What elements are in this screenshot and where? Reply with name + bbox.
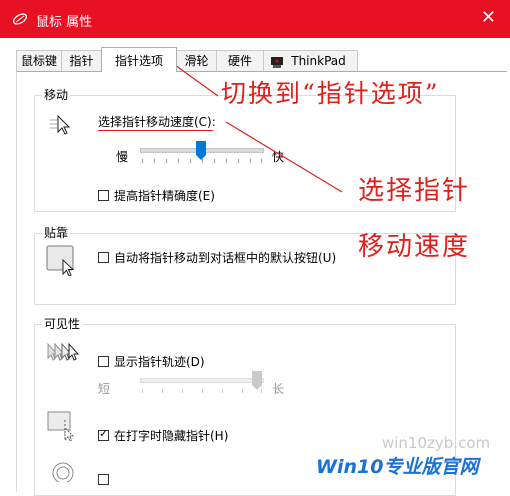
watermark-brand-rest: 专业版官网 [383,456,479,478]
watermark-brand-win10: Win10 [316,456,384,478]
tab-pointer-options[interactable]: 指针选项 [101,47,177,72]
watermark-brand: Win10专业版官网 [316,452,478,479]
annotation-select-speed-line1: 选择指针 [358,176,471,206]
watermark-site: win10zyb.com [382,434,491,452]
annotation-select-speed-line2: 移动速度 [358,232,471,262]
annotation-switch-tab: 切换到“指针选项” [221,79,440,108]
